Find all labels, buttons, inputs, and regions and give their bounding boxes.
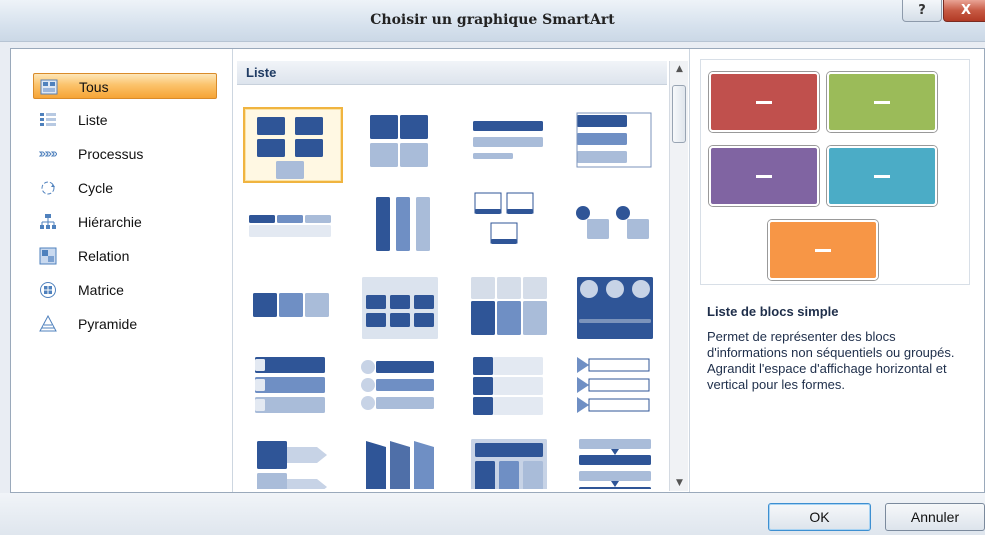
layout-thumbnail-graphic	[249, 215, 331, 237]
layout-thumbnail-graphic	[471, 439, 547, 489]
layout-thumbnail[interactable]	[567, 107, 667, 183]
hierarchy-icon	[40, 214, 56, 229]
category-label: Processus	[78, 146, 144, 162]
layout-thumbnail-graphic	[257, 441, 327, 489]
layout-thumbnail-graphic	[376, 197, 430, 251]
scroll-up-icon[interactable]: ▲	[670, 61, 689, 77]
preview-block	[768, 220, 878, 280]
layout-thumbnail[interactable]	[567, 271, 667, 347]
category-label: Hiérarchie	[78, 214, 142, 230]
layout-thumbnail-graphic	[471, 277, 547, 335]
layout-thumbnail-graphic	[366, 441, 434, 489]
all-icon	[40, 79, 58, 95]
layout-thumbnail-graphic	[253, 293, 329, 317]
layout-thumbnail-graphic	[474, 192, 534, 244]
layout-thumbnail-graphic	[576, 112, 652, 168]
category-label: Matrice	[78, 282, 124, 298]
layout-description: Permet de représenter des blocs d'inform…	[707, 329, 955, 392]
layout-thumbnail-graphic	[257, 117, 323, 179]
process-icon	[39, 151, 57, 157]
category-label: Tous	[79, 79, 109, 95]
layout-thumbnail[interactable]	[352, 433, 452, 489]
layout-thumbnail[interactable]	[461, 107, 561, 183]
layout-thumbnail-graphic	[473, 357, 543, 415]
layout-thumbnail[interactable]	[461, 189, 561, 265]
ok-button[interactable]: OK	[768, 503, 871, 531]
details-pane: Liste de blocs simple Permet de représen…	[689, 49, 984, 492]
gallery-grid	[233, 89, 669, 489]
layout-thumbnail[interactable]	[243, 271, 343, 347]
layout-thumbnail-graphic	[577, 357, 650, 413]
close-button[interactable]: X	[943, 0, 985, 22]
layout-thumbnail[interactable]	[352, 107, 452, 183]
relation-icon	[39, 247, 57, 265]
layout-thumbnail-graphic	[579, 439, 651, 489]
layout-thumbnail[interactable]	[567, 189, 667, 265]
preview-block	[827, 146, 937, 206]
layout-preview	[700, 59, 970, 285]
layout-thumbnail[interactable]	[461, 351, 561, 427]
layout-thumbnail[interactable]	[243, 433, 343, 489]
button-bar: OK Annuler	[0, 493, 985, 535]
category-item-relation[interactable]: Relation	[33, 243, 217, 269]
category-label: Liste	[78, 112, 108, 128]
category-item-hierarchie[interactable]: Hiérarchie	[33, 209, 217, 235]
layout-thumbnail[interactable]	[567, 351, 667, 427]
category-item-liste[interactable]: Liste	[33, 107, 217, 133]
layout-gallery: Liste ▲ ▼	[233, 49, 689, 492]
category-label: Relation	[78, 248, 130, 264]
cycle-icon	[41, 181, 55, 195]
layout-thumbnail[interactable]	[567, 433, 667, 489]
layout-thumbnail-graphic	[473, 121, 543, 159]
category-item-tous[interactable]: Tous	[33, 73, 217, 99]
category-label: Cycle	[78, 180, 114, 196]
layout-thumbnail[interactable]	[461, 271, 561, 347]
dialog-title: Choisir un graphique SmartArt	[370, 12, 615, 28]
preview-block	[709, 72, 819, 132]
category-item-matrice[interactable]: Matrice	[33, 277, 217, 303]
scroll-down-icon[interactable]: ▼	[670, 475, 689, 491]
category-item-processus[interactable]: Processus	[33, 141, 217, 167]
layout-thumbnail[interactable]	[352, 271, 452, 347]
layout-thumbnail-graphic	[255, 357, 325, 413]
layout-thumbnail-graphic	[361, 360, 434, 410]
list-icon	[40, 113, 56, 126]
preview-block	[709, 146, 819, 206]
category-label: Pyramide	[78, 316, 138, 332]
layout-thumbnail-graphic	[370, 115, 428, 167]
layout-thumbnail[interactable]	[461, 433, 561, 489]
title-bar: Choisir un graphique SmartArt ? X	[0, 0, 985, 42]
layout-thumbnail[interactable]	[243, 351, 343, 427]
smartart-dialog: Choisir un graphique SmartArt ? X Tous L…	[0, 0, 985, 535]
cancel-button[interactable]: Annuler	[885, 503, 985, 531]
preview-block	[827, 72, 937, 132]
layout-thumbnail[interactable]	[352, 189, 452, 265]
layout-title: Liste de blocs simple	[707, 304, 839, 319]
gallery-scrollbar[interactable]: ▲ ▼	[669, 61, 688, 491]
matrix-icon	[40, 282, 56, 298]
layout-thumbnail-graphic	[577, 277, 653, 339]
help-button[interactable]: ?	[902, 0, 942, 22]
layout-thumbnail[interactable]	[352, 351, 452, 427]
category-item-pyramide[interactable]: Pyramide	[33, 311, 217, 337]
gallery-header: Liste	[237, 61, 667, 85]
layout-thumbnail[interactable]	[243, 107, 343, 183]
category-list: Tous Liste Processus Cycle Hiérarchie Re…	[11, 49, 233, 492]
category-item-cycle[interactable]: Cycle	[33, 175, 217, 201]
layout-thumbnail-graphic	[362, 277, 438, 339]
pyramid-icon	[39, 315, 57, 332]
scroll-thumb[interactable]	[672, 85, 686, 143]
dialog-body: Tous Liste Processus Cycle Hiérarchie Re…	[10, 48, 985, 493]
layout-thumbnail[interactable]	[243, 189, 343, 265]
layout-thumbnail-graphic	[576, 206, 649, 239]
